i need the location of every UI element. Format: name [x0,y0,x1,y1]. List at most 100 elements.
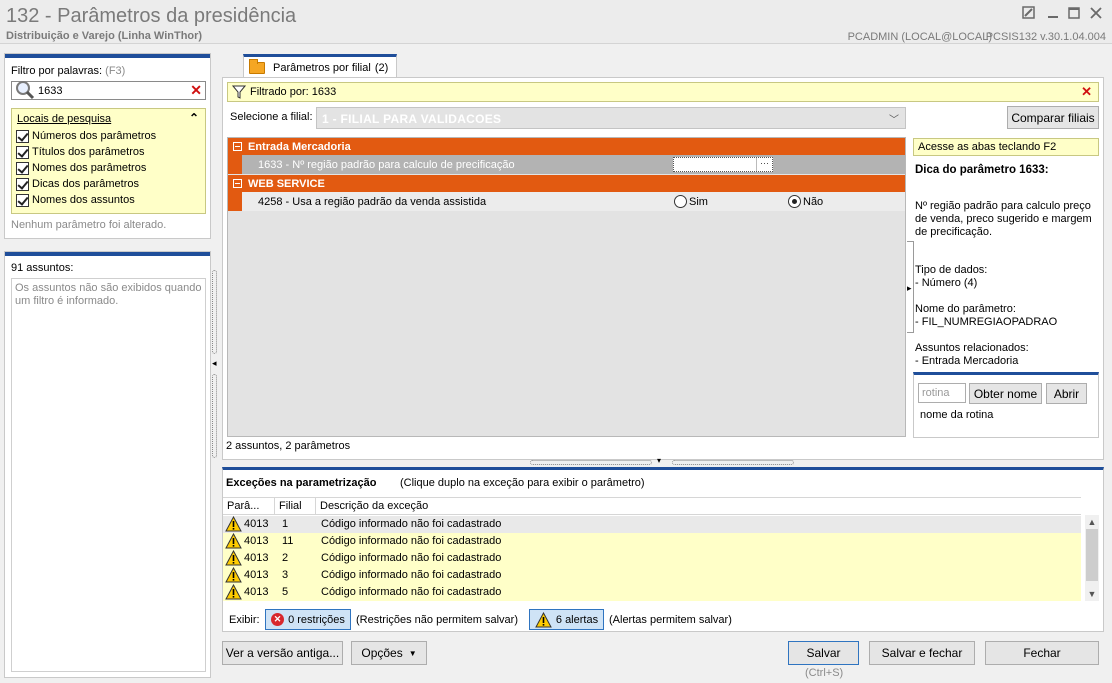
options-button[interactable]: Opções ▼ [351,641,427,665]
radio-yes-label: Sim [689,195,708,208]
cell-param: 4013 [244,586,269,598]
panel-accent-bar [5,252,210,256]
filter-label-text: Filtro por palavras: [11,65,103,77]
checkbox-checked-icon[interactable] [16,145,29,159]
minimize-icon[interactable] [1045,6,1061,22]
branch-select[interactable]: 1 - FILIAL PARA VALIDACOES ﹀ [316,107,906,129]
checkbox-param-names[interactable]: Nomes dos parâmetros [16,160,146,176]
checkbox-subject-names[interactable]: Nomes dos assuntos [16,192,135,208]
table-row[interactable]: 4013 1 Código informado não foi cadastra… [223,516,1081,533]
cell-description: Código informado não foi cadastrado [321,586,502,598]
exceptions-title: Exceções na parametrização [226,477,377,489]
radio-yes[interactable]: Sim [674,195,708,208]
alerts-label: 6 alertas [555,613,599,626]
table-row[interactable]: 4013 11 Código informado não foi cadastr… [223,533,1081,550]
collapse-down-icon[interactable]: ▾ [657,456,661,465]
clear-search-icon[interactable]: ✕ [190,83,202,97]
checkbox-param-tips[interactable]: Dicas dos parâmetros [16,176,139,192]
collapse-left-icon[interactable]: ◂ [212,358,217,369]
restore-layout-icon[interactable] [1021,6,1037,22]
alerts-description: (Alertas permitem salvar) [609,614,732,626]
data-type-value: - Número (4) [915,277,978,289]
search-box[interactable]: ✕ [11,81,206,100]
subjects-panel: 91 assuntos: Os assuntos não são exibido… [4,251,211,678]
column-header-description[interactable]: Descrição da exceção [316,498,1081,515]
close-button[interactable]: Fechar [985,641,1099,665]
checkbox-checked-icon[interactable] [16,193,29,207]
checkbox-checked-icon[interactable] [16,177,29,191]
save-button[interactable]: Salvar [788,641,859,665]
collapse-group-icon[interactable] [233,179,242,188]
tip-title: Dica do parâmetro 1633: [915,164,1049,176]
open-routine-button[interactable]: Abrir [1046,383,1087,404]
clear-filter-icon[interactable]: ✕ [1081,85,1092,99]
cell-filial: 11 [282,535,294,547]
related-subjects-value: - Entrada Mercadoria [915,355,1019,367]
grid-summary: 2 assuntos, 2 parâmetros [226,440,351,452]
column-header-filial[interactable]: Filial [275,498,316,515]
checkbox-checked-icon[interactable] [16,129,29,143]
table-row[interactable]: 4013 5 Código informado não foi cadastra… [223,584,1081,601]
checkbox-checked-icon[interactable] [16,161,29,175]
radio-on-icon[interactable] [788,195,801,208]
scroll-thumb[interactable] [1086,529,1098,581]
checkbox-param-numbers[interactable]: Números dos parâmetros [16,128,156,144]
table-row[interactable]: 4013 3 Código informado não foi cadastra… [223,567,1081,584]
table-row[interactable]: 4013 2 Código informado não foi cadastra… [223,550,1081,567]
expand-right-icon[interactable]: ▸ [907,283,912,294]
exceptions-table[interactable]: Parâ... Filial Descrição da exceção 4013… [223,497,1099,601]
collapse-up-icon[interactable]: ⌃ [189,111,199,125]
param-row-1633[interactable]: 1633 - Nº região padrão para calculo de … [228,155,905,174]
warning-icon [225,533,242,549]
version-info: PCSIS132 v.30.1.04.004 [985,31,1106,43]
error-icon: ✕ [271,613,285,626]
close-window-icon[interactable] [1088,6,1104,22]
param-value-input[interactable]: ··· [673,157,773,172]
radio-off-icon[interactable] [674,195,687,208]
param-row-4258[interactable]: 4258 - Usa a região padrão da venda assi… [228,192,905,211]
group-row-entrada-mercadoria[interactable]: Entrada Mercadoria [228,138,905,155]
window-title: 132 - Parâmetros da presidência [6,5,297,27]
old-version-button[interactable]: Ver a versão antiga... [222,641,343,665]
search-locations-box: Locais de pesquisa ⌃ Números dos parâmet… [11,108,206,214]
exceptions-panel: Exceções na parametrização (Clique duplo… [222,467,1104,632]
warning-icon [225,550,242,566]
group-row-web-service[interactable]: WEB SERVICE [228,175,905,192]
scroll-down-icon[interactable]: ▼ [1085,587,1099,601]
group-name: Entrada Mercadoria [248,140,351,153]
restrictions-label: 0 restrições [288,613,345,626]
cell-param: 4013 [244,535,269,547]
scroll-up-icon[interactable]: ▲ [1085,515,1099,529]
chevron-down-icon[interactable]: ﹀ [889,111,899,126]
checkbox-label: Nomes dos assuntos [32,194,135,206]
param-name-label: Nome do parâmetro: [915,303,1016,315]
cell-description: Código informado não foi cadastrado [321,518,502,530]
restrictions-toggle-button[interactable]: ✕ 0 restrições [265,609,351,630]
window-subtitle: Distribuição e Varejo (Linha WinThor) [6,30,203,42]
checkbox-label: Títulos dos parâmetros [32,146,145,158]
tab-params-by-branch[interactable]: Parâmetros por filial (2) [243,54,397,78]
radio-no[interactable]: Não [788,195,823,208]
exceptions-scrollbar[interactable]: ▲ ▼ [1085,515,1099,601]
filtered-by-text: Filtrado por: 1633 [250,86,337,98]
maximize-icon[interactable] [1066,6,1082,22]
filter-funnel-icon [232,85,246,99]
tab-label: Parâmetros por filial [273,61,371,74]
cell-filial: 5 [282,586,289,598]
collapse-group-icon[interactable] [233,142,242,151]
alerts-toggle-button[interactable]: 6 alertas [529,609,604,630]
save-and-close-button[interactable]: Salvar e fechar [869,641,975,665]
horizontal-splitter[interactable]: ▾ [530,456,794,467]
compare-branches-button[interactable]: Comparar filiais [1007,106,1099,129]
subjects-list[interactable]: Os assuntos não são exibidos quando um f… [11,278,206,672]
get-name-button[interactable]: Obter nome [969,383,1042,404]
user-info: PCADMIN (LOCAL@LOCAL) [847,31,992,43]
routine-input[interactable] [918,383,966,403]
vertical-splitter[interactable]: ◂ [211,270,219,460]
cell-description: Código informado não foi cadastrado [321,569,502,581]
checkbox-param-titles[interactable]: Títulos dos parâmetros [16,144,145,160]
ellipsis-icon[interactable]: ··· [756,158,772,171]
column-header-param[interactable]: Parâ... [223,498,275,515]
search-input[interactable] [38,83,188,98]
parameter-grid[interactable]: Entrada Mercadoria 1633 - Nº região padr… [227,137,906,437]
